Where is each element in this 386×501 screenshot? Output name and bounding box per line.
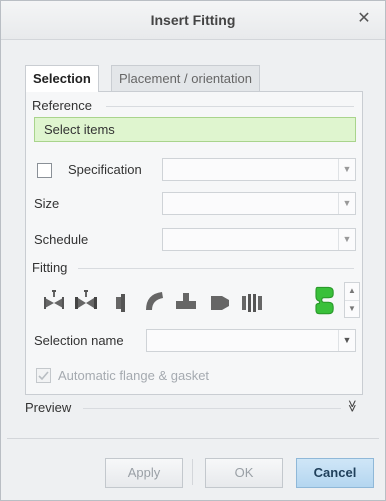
selection-name-select[interactable]: ▼ <box>146 329 356 352</box>
reference-group-label: Reference <box>32 98 92 113</box>
schedule-select[interactable]: ▼ <box>162 228 356 251</box>
reference-value: Select items <box>44 122 115 137</box>
elbow-icon[interactable] <box>142 288 166 312</box>
specification-select[interactable]: ▼ <box>162 158 356 181</box>
cancel-button[interactable]: Cancel <box>296 458 374 488</box>
expand-icon[interactable]: ≫ <box>346 400 360 413</box>
tab-selection[interactable]: Selection <box>25 65 99 92</box>
button-separator <box>192 459 193 485</box>
ok-button[interactable]: OK <box>205 458 283 488</box>
close-icon[interactable]: ✕ <box>355 10 373 28</box>
insert-fitting-dialog: Insert Fitting ✕ Selection Placement / o… <box>0 0 386 501</box>
fitting-scroll-spinner[interactable]: ▲ ▼ <box>344 282 360 318</box>
reducer-icon[interactable] <box>208 288 232 312</box>
chevron-down-icon: ▼ <box>338 229 355 250</box>
valve-icon[interactable] <box>42 288 66 312</box>
fitting-divider <box>78 268 354 269</box>
title-bar: Insert Fitting ✕ <box>1 1 385 40</box>
flange-icon[interactable] <box>110 288 134 312</box>
checkmark-icon <box>38 371 49 381</box>
reference-selector[interactable]: Select items <box>34 117 356 142</box>
apply-button[interactable]: Apply <box>105 458 183 488</box>
specification-label: Specification <box>68 162 142 177</box>
automatic-flange-label: Automatic flange & gasket <box>58 368 210 383</box>
selection-panel: Reference Select items Specification ▼ S… <box>25 91 363 395</box>
selection-name-label: Selection name <box>34 333 124 348</box>
chevron-down-icon: ▼ <box>338 330 355 351</box>
custom-fitting-icon[interactable] <box>310 284 338 316</box>
preview-divider <box>83 408 341 409</box>
dialog-title: Insert Fitting <box>150 12 236 28</box>
schedule-label: Schedule <box>34 232 89 247</box>
reference-divider <box>106 106 354 107</box>
automatic-flange-checkbox[interactable] <box>36 368 51 383</box>
footer-divider <box>7 438 379 439</box>
chevron-down-icon[interactable]: ▼ <box>345 300 359 317</box>
size-select[interactable]: ▼ <box>162 192 356 215</box>
preview-section[interactable]: Preview ≫ <box>25 399 361 419</box>
tab-placement-orientation[interactable]: Placement / orientation <box>111 65 260 91</box>
union-icon[interactable] <box>240 288 264 312</box>
size-label: Size <box>34 196 60 211</box>
chevron-up-icon[interactable]: ▲ <box>345 283 359 299</box>
fitting-group-label: Fitting <box>32 260 68 275</box>
chevron-down-icon: ▼ <box>338 193 355 214</box>
preview-label: Preview <box>25 400 72 415</box>
specification-checkbox[interactable] <box>37 163 52 178</box>
valve-flanged-icon[interactable] <box>74 288 98 312</box>
tee-icon[interactable] <box>174 288 198 312</box>
chevron-down-icon: ▼ <box>338 159 355 180</box>
